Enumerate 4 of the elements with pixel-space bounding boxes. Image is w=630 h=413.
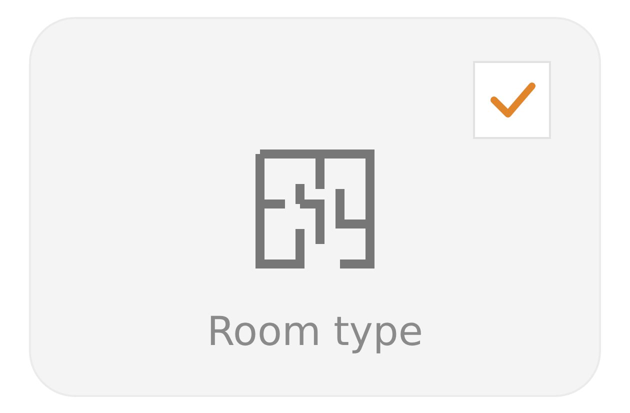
- checkbox[interactable]: [473, 60, 551, 138]
- room-type-card[interactable]: Room type: [29, 16, 601, 396]
- card-label: Room type: [207, 308, 423, 354]
- floor-plan-icon: [255, 148, 375, 268]
